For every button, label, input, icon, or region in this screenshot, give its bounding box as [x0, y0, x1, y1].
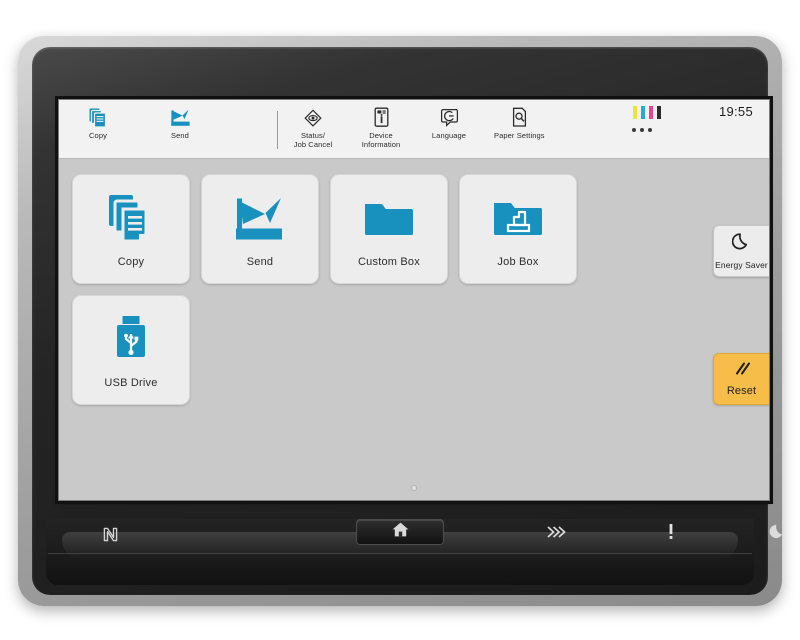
copy-icon [89, 106, 108, 129]
topbar-divider [277, 111, 278, 149]
tile-label: Custom Box [358, 255, 420, 268]
toner-level-indicators [633, 106, 661, 119]
nfc-icon[interactable] [100, 524, 120, 544]
moon-icon [731, 232, 751, 256]
energy-saver-label: Energy Saver [715, 260, 768, 270]
topbar-shortcut-send[interactable]: Send [157, 100, 203, 140]
tile-label: Send [246, 255, 274, 268]
topbar-function-label: Language [431, 131, 467, 140]
clock: 19:55 [718, 104, 753, 119]
topbar-paper-settings[interactable]: Paper Settings [494, 100, 545, 140]
topbar-shortcut-label: Copy [89, 131, 107, 140]
more-dot [632, 128, 636, 132]
topbar-functions: Status/ Job Cancel Device Information La… [290, 100, 545, 158]
paper-settings-icon [511, 106, 528, 129]
device-information-icon [373, 106, 390, 129]
topbar-shortcut-copy[interactable]: Copy [75, 100, 121, 140]
job-box-folder-icon [492, 191, 544, 247]
top-status-bar: Copy Send Status/ Job Cancel Device Info… [59, 100, 769, 159]
page-indicator[interactable] [59, 485, 769, 491]
home-button[interactable] [356, 519, 444, 545]
topbar-language[interactable]: Language [426, 100, 472, 140]
more-dot [640, 128, 644, 132]
right-hard-keys: Energy Saver Reset [713, 159, 769, 500]
topbar-function-label: Paper Settings [494, 131, 545, 140]
tile-job-box[interactable]: Job Box [459, 174, 577, 284]
home-workspace: Copy Send Custom Box Job Box USB Drive E… [59, 159, 769, 500]
toner-bar-cyan [641, 106, 645, 119]
toner-bar-black [657, 106, 661, 119]
exclamation-icon [667, 523, 675, 545]
attention-indicator [658, 523, 684, 545]
app-tile-grid: Copy Send Custom Box Job Box USB Drive [72, 174, 577, 405]
energy-saver-button[interactable]: Energy Saver [713, 225, 769, 277]
topbar-status-job-cancel[interactable]: Status/ Job Cancel [290, 100, 336, 149]
printer-device-shell: Copy Send Status/ Job Cancel Device Info… [18, 36, 782, 606]
touch-screen[interactable]: Copy Send Status/ Job Cancel Device Info… [58, 99, 770, 501]
reset-button[interactable]: Reset [713, 353, 769, 405]
topbar-shortcuts: Copy Send [75, 100, 203, 158]
toner-bar-yellow [633, 106, 637, 119]
page-dot [411, 485, 417, 491]
moon-icon [769, 523, 786, 545]
tile-label: Job Box [497, 255, 539, 268]
tile-label: USB Drive [104, 376, 158, 389]
more-dot [648, 128, 652, 132]
topbar-device-information[interactable]: Device Information [358, 100, 404, 149]
copy-icon [108, 191, 154, 247]
topbar-shortcut-label: Send [171, 131, 189, 140]
tile-label: Copy [117, 255, 145, 268]
tile-send[interactable]: Send [201, 174, 319, 284]
topbar-function-label: Status/ Job Cancel [293, 131, 333, 149]
tile-usb-drive[interactable]: USB Drive [72, 295, 190, 405]
tile-copy[interactable]: Copy [72, 174, 190, 284]
folder-icon [363, 191, 415, 247]
topbar-more-button[interactable] [627, 122, 657, 138]
double-slash-icon [731, 361, 753, 381]
strip-highlight-line [48, 553, 752, 554]
data-indicator [544, 523, 570, 545]
send-icon [170, 106, 191, 129]
status-job-cancel-icon [303, 106, 323, 129]
send-icon [234, 191, 286, 247]
reset-label: Reset [726, 385, 757, 397]
topbar-function-label: Device Information [361, 131, 401, 149]
chevrons-right-icon [546, 525, 568, 544]
energy-saver-indicator [764, 523, 790, 545]
device-bezel: Copy Send Status/ Job Cancel Device Info… [32, 47, 782, 595]
language-icon [440, 106, 459, 129]
tile-custom-box[interactable]: Custom Box [330, 174, 448, 284]
home-icon [391, 521, 410, 543]
usb-drive-icon [114, 312, 148, 368]
bottom-hardware-strip [46, 519, 782, 585]
toner-bar-magenta [649, 106, 653, 119]
